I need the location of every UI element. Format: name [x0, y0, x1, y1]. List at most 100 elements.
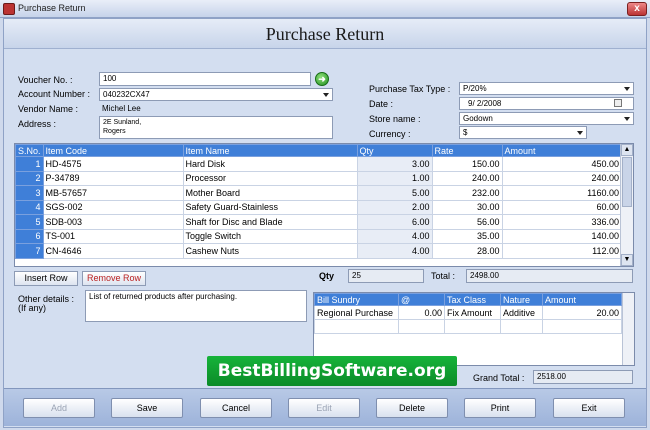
scroll-down-icon[interactable]: ▼ [621, 254, 633, 266]
delete-button[interactable]: Delete [376, 398, 448, 418]
table-row[interactable]: 2 P-34789 Processor 1.00 240.00 240.00 [15, 170, 623, 186]
tax-type-select[interactable]: P/20% [459, 82, 634, 95]
cell-qty[interactable]: 1.00 [356, 170, 433, 186]
date-label: Date : [369, 99, 394, 109]
currency-label: Currency : [369, 129, 411, 139]
exit-button[interactable]: Exit [553, 398, 625, 418]
cell-item-name[interactable]: Toggle Switch [182, 228, 358, 244]
cell-item-name[interactable]: Mother Board [182, 185, 358, 201]
cell-sno: 3 [15, 185, 44, 201]
cell-at[interactable] [398, 319, 445, 334]
cell-item-name[interactable]: Processor [182, 170, 358, 186]
address-textarea[interactable]: 2E Sunland, Rogers [99, 116, 333, 139]
cell-qty[interactable]: 4.00 [356, 228, 433, 244]
cell-sundry-amount[interactable]: 20.00 [542, 305, 622, 320]
sundry-scrollbar[interactable] [622, 293, 634, 365]
cell-item-code[interactable]: HD-4575 [42, 156, 184, 172]
currency-select[interactable]: $ [459, 126, 587, 139]
col-bill-sundry[interactable]: Bill Sundry [314, 293, 399, 306]
insert-row-button[interactable]: Insert Row [14, 271, 78, 286]
table-row[interactable]: 7 CN-4646 Cashew Nuts 4.00 28.00 112.00 [15, 243, 623, 259]
cell-amount: 1160.00 [501, 185, 623, 201]
cell-item-name[interactable]: Safety Guard-Stainless [182, 199, 358, 215]
store-select[interactable]: Godown [459, 112, 634, 125]
cell-item-name[interactable]: Cashew Nuts [182, 243, 358, 259]
add-button[interactable]: Add [23, 398, 95, 418]
cell-rate[interactable]: 240.00 [431, 170, 503, 186]
cell-sundry-amount[interactable] [542, 319, 622, 334]
cell-tax-class[interactable]: Fix Amount [444, 305, 501, 320]
app-icon [3, 3, 15, 15]
table-row[interactable]: 5 SDB-003 Shaft for Disc and Blade 6.00 … [15, 214, 623, 230]
go-arrow-icon[interactable]: ➜ [315, 72, 329, 86]
cell-item-code[interactable]: SGS-002 [42, 199, 184, 215]
cell-bill-sundry[interactable]: Regional Purchase [314, 305, 399, 320]
items-table: S.No. Item Code Item Name Qty Rate Amoun… [15, 144, 623, 259]
grand-total-label: Grand Total : [473, 373, 525, 383]
cell-qty[interactable]: 4.00 [356, 243, 433, 259]
col-qty[interactable]: Qty [356, 144, 433, 157]
cancel-button[interactable]: Cancel [200, 398, 272, 418]
table-row[interactable] [314, 319, 622, 334]
cell-item-code[interactable]: P-34789 [42, 170, 184, 186]
cell-item-code[interactable]: TS-001 [42, 228, 184, 244]
col-item-code[interactable]: Item Code [42, 144, 184, 157]
exit-label: Exit [581, 403, 597, 413]
page-title: Purchase Return [265, 24, 385, 44]
cell-bill-sundry[interactable] [314, 319, 399, 334]
save-button[interactable]: Save [111, 398, 183, 418]
cell-amount: 140.00 [501, 228, 623, 244]
voucher-input[interactable]: 100 [99, 72, 311, 86]
cell-sno: 7 [15, 243, 44, 259]
qty-total-value: 25 [348, 269, 424, 283]
cell-rate[interactable]: 150.00 [431, 156, 503, 172]
cell-rate[interactable]: 232.00 [431, 185, 503, 201]
cell-nature[interactable]: Additive [500, 305, 543, 320]
col-sno[interactable]: S.No. [15, 144, 44, 157]
scroll-thumb[interactable] [622, 157, 632, 207]
cell-item-name[interactable]: Shaft for Disc and Blade [182, 214, 358, 230]
col-rate[interactable]: Rate [431, 144, 503, 157]
cell-item-code[interactable]: CN-4646 [42, 243, 184, 259]
table-row[interactable]: 1 HD-4575 Hard Disk 3.00 150.00 450.00 [15, 156, 623, 172]
cell-item-code[interactable]: SDB-003 [42, 214, 184, 230]
calendar-icon[interactable] [614, 99, 622, 107]
edit-button[interactable]: Edit [288, 398, 360, 418]
other-details-textarea[interactable]: List of returned products after purchasi… [85, 290, 307, 322]
col-nature[interactable]: Nature [500, 293, 543, 306]
table-row[interactable]: 3 MB-57657 Mother Board 5.00 232.00 1160… [15, 185, 623, 201]
cell-nature[interactable] [500, 319, 543, 334]
date-picker[interactable]: 9/ 2/2008 [459, 97, 634, 110]
close-button[interactable]: x [627, 2, 647, 16]
total-label: Total : [431, 271, 456, 281]
cell-qty[interactable]: 3.00 [356, 156, 433, 172]
cell-rate[interactable]: 56.00 [431, 214, 503, 230]
print-button[interactable]: Print [464, 398, 536, 418]
account-select[interactable]: 040232CX47 [99, 88, 333, 101]
col-tax-class[interactable]: Tax Class [444, 293, 501, 306]
remove-row-button[interactable]: Remove Row [82, 271, 146, 286]
table-row[interactable]: Regional Purchase 0.00 Fix Amount Additi… [314, 305, 622, 320]
add-label: Add [50, 403, 67, 413]
col-at[interactable]: @ [398, 293, 445, 306]
window-title: Purchase Return [18, 3, 86, 13]
col-amount[interactable]: Amount [501, 144, 623, 157]
cell-item-name[interactable]: Hard Disk [182, 156, 358, 172]
table-row[interactable]: 4 SGS-002 Safety Guard-Stainless 2.00 30… [15, 199, 623, 215]
cell-at[interactable]: 0.00 [398, 305, 445, 320]
col-item-name[interactable]: Item Name [182, 144, 358, 157]
table-row[interactable]: 6 TS-001 Toggle Switch 4.00 35.00 140.00 [15, 228, 623, 244]
cell-rate[interactable]: 35.00 [431, 228, 503, 244]
cell-item-code[interactable]: MB-57657 [42, 185, 184, 201]
cell-amount: 450.00 [501, 156, 623, 172]
cell-rate[interactable]: 30.00 [431, 199, 503, 215]
cell-rate[interactable]: 28.00 [431, 243, 503, 259]
cell-qty[interactable]: 2.00 [356, 199, 433, 215]
items-scrollbar[interactable]: ▲ ▼ [620, 144, 633, 266]
cell-qty[interactable]: 5.00 [356, 185, 433, 201]
scroll-up-icon[interactable]: ▲ [621, 144, 633, 156]
items-header-row: S.No. Item Code Item Name Qty Rate Amoun… [15, 144, 623, 157]
col-sundry-amount[interactable]: Amount [542, 293, 622, 306]
cell-qty[interactable]: 6.00 [356, 214, 433, 230]
cell-tax-class[interactable] [444, 319, 501, 334]
